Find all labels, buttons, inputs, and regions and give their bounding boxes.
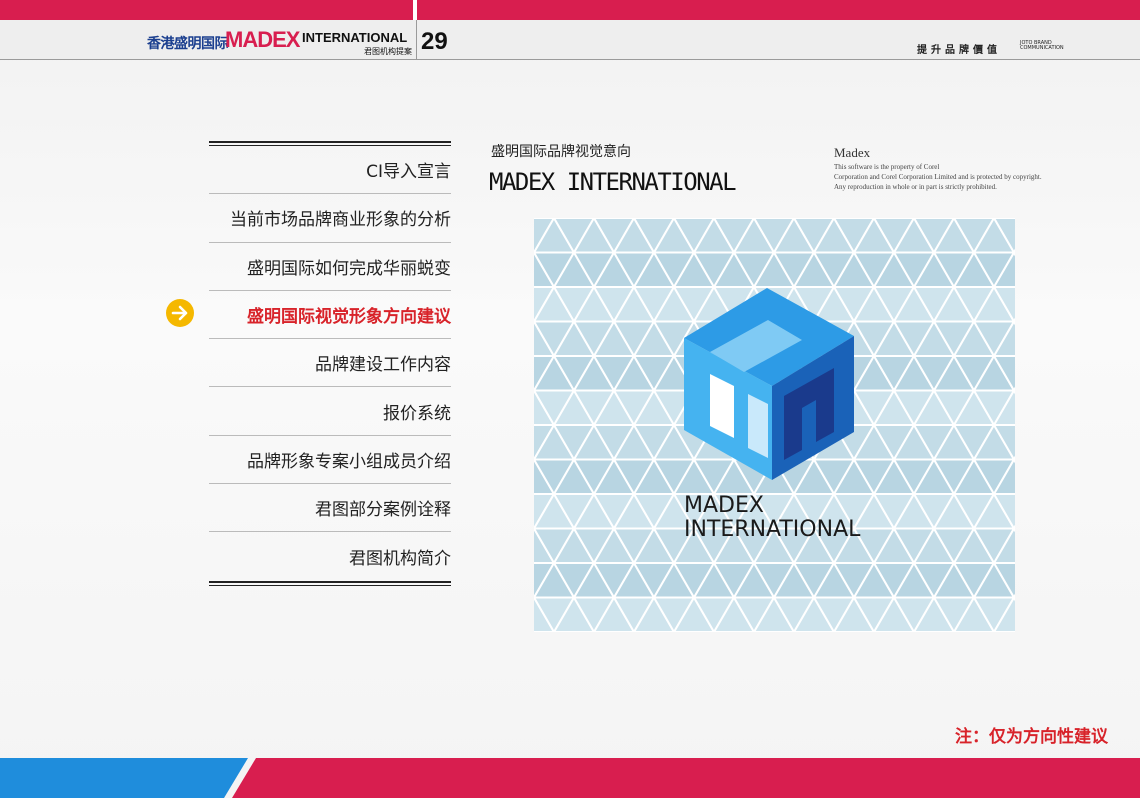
menu-item-label: 品牌建设工作内容 — [315, 355, 451, 376]
menu-item[interactable]: 盛明国际如何完成华丽蜕变 — [209, 243, 451, 291]
corel-notice-line: Any reproduction in whole or in part is … — [834, 183, 997, 191]
brand-subtitle: 君图机构提案 — [364, 47, 412, 56]
corel-notice-line: This software is the property of Corel — [834, 163, 940, 171]
corel-notice-line: Corporation and Corel Corporation Limite… — [834, 173, 1042, 181]
slogan: 提升品牌價值 — [917, 45, 1001, 56]
menu-item-label: 当前市场品牌商业形象的分析 — [230, 210, 451, 231]
menu-item[interactable]: 报价系统 — [209, 387, 451, 436]
top-accent-bar — [0, 0, 1140, 20]
menu-item-label: 盛明国际如何完成华丽蜕变 — [247, 258, 451, 279]
logo-text-line1: MADEX — [684, 493, 764, 518]
bottom-accent-bar — [0, 758, 1140, 798]
menu-item[interactable]: CI导入宣言 — [209, 146, 451, 195]
menu-item[interactable]: 君图机构简介 — [209, 532, 451, 580]
menu-item[interactable]: 当前市场品牌商业形象的分析 — [209, 194, 451, 243]
menu-item-label: 报价系统 — [383, 403, 451, 424]
arrow-right-circle-icon — [166, 299, 194, 327]
menu-item[interactable]: 品牌形象专案小组成员介绍 — [209, 436, 451, 485]
menu-item-label: 品牌形象专案小组成员介绍 — [247, 451, 451, 472]
menu-item-label: 君图机构简介 — [349, 549, 451, 570]
menu-item-label: CI导入宣言 — [366, 162, 451, 183]
section-title-cn: 盛明国际品牌视觉意向 — [491, 144, 631, 160]
brand-international: INTERNATIONAL — [302, 30, 408, 45]
brand-name-cn: 香港盛明国际 — [147, 36, 229, 52]
brand-madex: MADEX — [225, 27, 300, 52]
menu-item[interactable]: 君图部分案例诠释 — [209, 484, 451, 533]
menu-item-label: 君图部分案例诠释 — [315, 500, 451, 521]
header-divider — [416, 20, 417, 60]
header: 香港盛明国际 MADEX INTERNATIONAL 君图机构提案 29 提升品… — [0, 20, 1140, 60]
menu-item[interactable]: 品牌建设工作内容 — [209, 339, 451, 388]
slogan-en-line: COMMUNICATION — [1020, 45, 1064, 51]
page-number: 29 — [421, 28, 448, 55]
section-title-en: MADEX INTERNATIONAL — [489, 168, 737, 196]
menu-item-active[interactable]: 盛明国际视觉形象方向建议 — [209, 291, 451, 340]
toc-menu: CI导入宣言 当前市场品牌商业形象的分析 盛明国际如何完成华丽蜕变 盛明国际视觉… — [209, 141, 451, 586]
slogan-en: JOTO BRAND COMMUNICATION — [1020, 41, 1064, 51]
menu-bottom-rule — [209, 580, 451, 586]
logo-text-line2: INTERNATIONAL — [684, 517, 861, 542]
disclaimer-note: 注：仅为方向性建议 — [955, 727, 1108, 747]
menu-item-label: 盛明国际视觉形象方向建议 — [247, 307, 451, 328]
logo-pattern-panel: MADEX INTERNATIONAL — [534, 218, 1015, 632]
corel-title: Madex — [834, 145, 871, 160]
